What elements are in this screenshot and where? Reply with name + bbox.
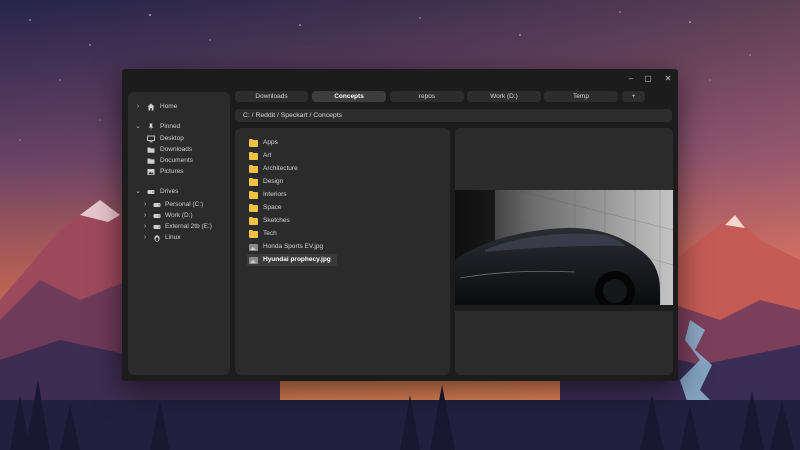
sidebar-item-label: Work (D:)	[165, 212, 193, 219]
preview-pane	[455, 128, 673, 375]
sidebar-item-label: Personal (C:)	[165, 201, 204, 208]
folder-icon	[249, 177, 258, 186]
sidebar: › Home ⌄ Pinned Desktop Downloads Docume…	[128, 92, 230, 375]
sidebar-item-desktop[interactable]: Desktop	[128, 134, 230, 144]
drive-icon	[153, 203, 161, 207]
image-file-icon	[249, 257, 258, 264]
chevron-right-icon[interactable]: ›	[135, 102, 141, 112]
drive-icon	[153, 214, 161, 218]
folder-icon	[147, 147, 155, 153]
sidebar-item-home[interactable]: › Home	[128, 102, 230, 112]
list-item-selected[interactable]: Hyundai prophecy.jpg	[247, 254, 337, 266]
minimize-button[interactable]: –	[625, 73, 637, 85]
sidebar-item-label: Linux	[165, 234, 181, 241]
folder-icon	[249, 190, 258, 199]
pin-icon	[148, 123, 154, 131]
new-tab-button[interactable]: +	[622, 91, 645, 102]
tab-concepts[interactable]: Concepts	[312, 91, 386, 102]
folder-icon	[249, 164, 258, 173]
sidebar-item-linux[interactable]: › Linux	[128, 233, 230, 243]
folder-icon	[249, 138, 258, 147]
sidebar-item-label: Desktop	[160, 135, 184, 142]
sidebar-item-label: External 2tb (E:)	[165, 223, 212, 230]
sidebar-item-drive-d[interactable]: › Work (D:)	[128, 211, 230, 221]
sidebar-section-pinned[interactable]: ⌄ Pinned	[128, 122, 230, 132]
sidebar-section-label: Drives	[160, 188, 179, 195]
folder-icon	[249, 203, 258, 212]
chevron-down-icon[interactable]: ⌄	[135, 122, 141, 132]
sidebar-item-label: Downloads	[160, 146, 193, 153]
sidebar-item-documents[interactable]: Documents	[128, 156, 230, 166]
folder-icon	[249, 229, 258, 238]
sidebar-item-label: Pictures	[160, 168, 184, 175]
folder-icon	[249, 151, 258, 160]
sidebar-item-label: Home	[160, 103, 178, 110]
sidebar-item-drive-e[interactable]: › External 2tb (E:)	[128, 222, 230, 232]
penguin-icon	[154, 235, 160, 242]
tab-temp[interactable]: Temp	[544, 91, 618, 102]
close-button[interactable]: ✕	[662, 73, 674, 85]
breadcrumb[interactable]: C: / Reddit / Speckart / Concepts	[235, 109, 672, 122]
sidebar-item-pictures[interactable]: Pictures	[128, 167, 230, 177]
drive-icon	[147, 190, 155, 194]
chevron-right-icon[interactable]: ›	[142, 211, 148, 221]
file-explorer-window: – ▢ ✕ › Home ⌄ Pinned Desktop Downloads …	[122, 69, 678, 381]
tab-downloads[interactable]: Downloads	[235, 91, 308, 102]
sidebar-section-drives[interactable]: ⌄ Drives	[128, 187, 230, 197]
chevron-down-icon[interactable]: ⌄	[135, 187, 141, 197]
chevron-right-icon[interactable]: ›	[142, 200, 148, 210]
monitor-icon	[147, 135, 155, 143]
home-icon	[147, 103, 155, 111]
maximize-button[interactable]: ▢	[642, 73, 654, 85]
folder-icon	[147, 158, 155, 164]
sidebar-item-downloads[interactable]: Downloads	[128, 145, 230, 155]
image-preview	[455, 190, 673, 311]
tab-work-d[interactable]: Work (D:)	[467, 91, 541, 102]
folder-icon	[249, 216, 258, 225]
drive-icon	[153, 225, 161, 229]
picture-icon	[147, 169, 155, 175]
sidebar-item-drive-c[interactable]: › Personal (C:)	[128, 200, 230, 210]
file-list: Apps Art Architecture Design Interiors S…	[235, 128, 450, 375]
chevron-right-icon[interactable]: ›	[142, 233, 148, 243]
tab-repos[interactable]: repos	[390, 91, 464, 102]
chevron-right-icon[interactable]: ›	[142, 222, 148, 232]
image-file-icon	[249, 244, 258, 251]
sidebar-section-label: Pinned	[160, 123, 181, 130]
sidebar-item-label: Documents	[160, 157, 193, 164]
